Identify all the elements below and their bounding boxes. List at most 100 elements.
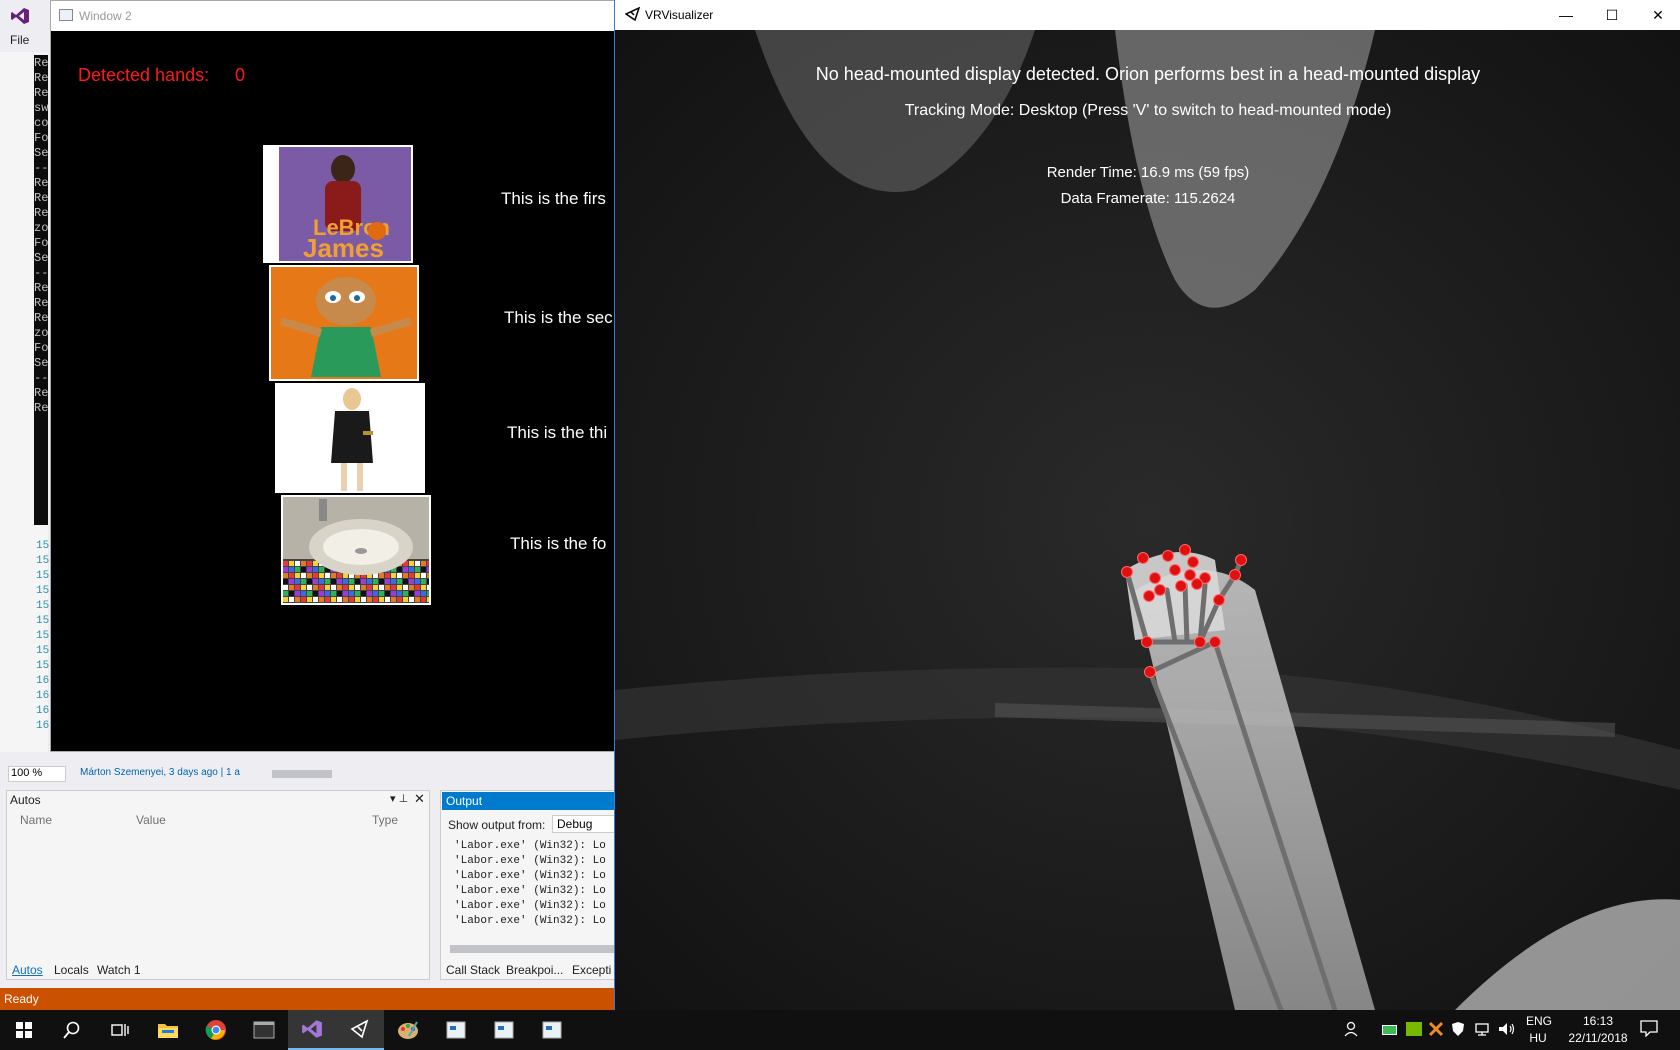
network-icon[interactable] — [1474, 1021, 1490, 1040]
tab-call-stack[interactable]: Call Stack — [446, 963, 500, 977]
chrome-icon[interactable] — [192, 1010, 240, 1050]
language-primary: ENG — [1526, 1014, 1553, 1028]
zoom-select[interactable]: 100 % — [8, 766, 66, 782]
line-number: 16 — [36, 720, 50, 732]
line-number: 16 — [36, 690, 50, 702]
console-line: zo — [34, 326, 48, 340]
console-line: Fo — [34, 341, 48, 355]
line-number: 15 — [36, 570, 50, 582]
line-number: 15 — [36, 600, 50, 612]
volume-icon[interactable] — [1498, 1021, 1516, 1040]
window2-titlebar[interactable] — [51, 1, 615, 31]
console-line: Se — [34, 251, 48, 265]
vrvisualizer-window[interactable]: VRVisualizer — ☐ ✕ No head-mounted displ… — [614, 0, 1680, 1010]
console-line: zo — [34, 221, 48, 235]
window2-title: Window 2 — [79, 9, 132, 23]
people-icon[interactable] — [1344, 1020, 1362, 1041]
autos-title: Autos — [10, 793, 41, 807]
thumbnail-mosaic-sink — [281, 495, 431, 605]
output-source-label: Show output from: — [448, 818, 546, 832]
console-line: sw — [34, 101, 48, 115]
tab-locals[interactable]: Locals — [54, 963, 89, 977]
output-line: 'Labor.exe' (Win32): Lo — [454, 915, 606, 927]
console-line: com — [34, 116, 48, 130]
line-number: 16 — [36, 675, 50, 687]
window-2[interactable]: Window 2 Detected hands: 0 LeBron James — [50, 0, 616, 752]
line-number: 15 — [36, 555, 50, 567]
vs-statusbar: Ready — [0, 988, 616, 1010]
tray-app-icon[interactable] — [1428, 1021, 1444, 1040]
console-line: Re — [34, 311, 48, 325]
output-line: 'Labor.exe' (Win32): Lo — [454, 900, 606, 912]
maximize-button[interactable]: ☐ — [1589, 4, 1635, 26]
file-explorer-icon[interactable] — [144, 1010, 192, 1050]
vrvisualizer-title: VRVisualizer — [645, 8, 714, 22]
windows-start-icon[interactable] — [0, 1010, 48, 1050]
console-line: Re — [34, 401, 48, 415]
visual-studio-logo-icon — [10, 7, 32, 25]
output-source-select[interactable]: Debug — [552, 815, 616, 833]
console-line: Re — [34, 191, 48, 205]
data-framerate: Data Framerate: 115.2624 — [1060, 190, 1236, 207]
window-app-icon[interactable] — [480, 1010, 528, 1050]
console-line: Re — [34, 56, 48, 70]
thumbnail-chipmunk — [269, 265, 419, 381]
line-number-gutter: 15 15 15 15 15 15 15 15 15 16 16 16 16 — [0, 540, 50, 740]
line-number: 15 — [36, 630, 50, 642]
vrvisualizer-titlebar[interactable] — [615, 0, 1680, 30]
autos-col-name[interactable]: Name — [20, 813, 52, 827]
git-blame-annotation[interactable]: Márton Szemenyei, 3 days ago | 1 a — [80, 767, 240, 778]
output-line: 'Labor.exe' (Win32): Lo — [454, 870, 606, 882]
console-line: Re — [34, 296, 48, 310]
language-secondary: HU — [1529, 1031, 1547, 1045]
tab-exceptions[interactable]: Excepti — [572, 963, 611, 977]
row-text-2: This is the sec — [504, 308, 613, 327]
clock[interactable]: 16:13 22/11/2018 — [1560, 1014, 1636, 1045]
terminal-icon[interactable] — [240, 1010, 288, 1050]
output-hscrollbar[interactable] — [450, 945, 616, 953]
horizontal-scrollbar[interactable] — [272, 770, 332, 778]
menu-file[interactable]: File — [10, 33, 29, 47]
thumbnail-book-cover: LeBron James — [263, 145, 413, 263]
battery-icon[interactable] — [1382, 1024, 1398, 1038]
unity-icon[interactable] — [336, 1010, 384, 1050]
tab-watch1[interactable]: Watch 1 — [97, 963, 141, 977]
leap-motion-app-icon — [624, 6, 641, 24]
console-line: Fo — [34, 131, 48, 145]
paint-icon[interactable] — [384, 1010, 432, 1050]
line-number: 15 — [36, 660, 50, 672]
tab-autos[interactable]: Autos — [12, 963, 43, 977]
autos-pin-icon[interactable]: ▾ ⊥ — [390, 792, 408, 805]
line-number: 15 — [36, 645, 50, 657]
console-line: Fo — [34, 236, 48, 250]
tab-breakpoints[interactable]: Breakpoi... — [506, 963, 563, 977]
search-icon[interactable] — [48, 1010, 96, 1050]
output-title: Output — [442, 792, 616, 810]
task-view-icon[interactable] — [96, 1010, 144, 1050]
close-button[interactable]: ✕ — [1635, 4, 1680, 26]
console-line: Re — [34, 206, 48, 220]
console-line: Re — [34, 86, 48, 100]
minimize-button[interactable]: — — [1543, 4, 1589, 26]
console-line: Re — [34, 71, 48, 85]
output-line: 'Labor.exe' (Win32): Lo — [454, 885, 606, 897]
language-indicator[interactable]: ENG HU — [1526, 1014, 1553, 1045]
autos-col-type[interactable]: Type — [372, 813, 398, 827]
window-app-icon[interactable] — [528, 1010, 576, 1050]
console-line: Re — [34, 176, 48, 190]
clock-time: 16:13 — [1582, 1014, 1614, 1028]
nvidia-icon[interactable] — [1406, 1022, 1422, 1039]
window-app-icon — [59, 9, 73, 21]
console-line: Re — [34, 281, 48, 295]
autos-col-value[interactable]: Value — [136, 813, 166, 827]
security-shield-icon[interactable] — [1450, 1021, 1466, 1040]
row-text-1: This is the firs — [501, 189, 606, 208]
line-number: 15 — [36, 540, 50, 552]
console-line: Se — [34, 356, 48, 370]
window-app-icon[interactable] — [432, 1010, 480, 1050]
detected-hands-value: 0 — [235, 65, 246, 85]
visual-studio-icon[interactable] — [288, 1010, 336, 1050]
notifications-icon[interactable] — [1640, 1019, 1658, 1040]
autos-close-icon[interactable]: ✕ — [414, 791, 425, 807]
console-line: Re — [34, 386, 48, 400]
